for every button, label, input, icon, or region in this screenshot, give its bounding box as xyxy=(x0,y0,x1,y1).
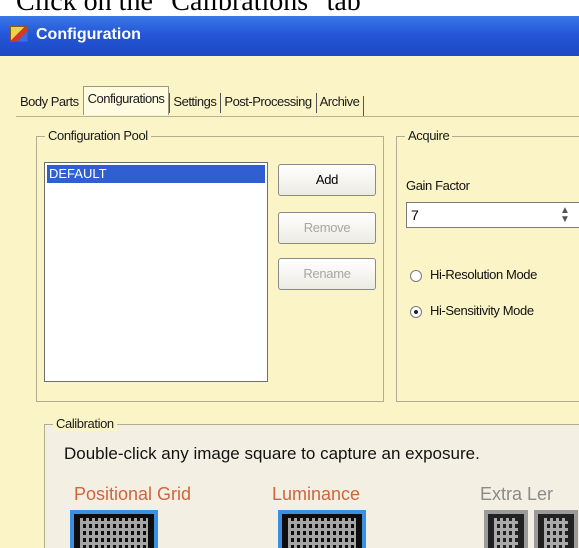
window-title: Configuration xyxy=(36,26,141,43)
tab-configurations[interactable]: Configurations xyxy=(82,86,170,115)
tab-archive[interactable]: Archive xyxy=(315,92,364,115)
configuration-list[interactable]: DEFAULT xyxy=(44,162,268,382)
extra-lens-label: Extra Ler xyxy=(480,484,554,504)
spin-arrows-icon[interactable]: ▲ ▼ xyxy=(560,206,574,225)
extra-lens-thumbnail-1[interactable] xyxy=(484,510,528,548)
tab-post-processing[interactable]: Post-Processing xyxy=(220,92,315,115)
hi-sensitivity-label: Hi-Sensitivity Mode xyxy=(430,303,534,318)
add-button[interactable]: Add xyxy=(278,164,376,196)
tab-divider xyxy=(16,116,579,117)
grid-pattern xyxy=(80,518,148,548)
hi-sensitivity-radio[interactable] xyxy=(410,306,422,318)
tab-separator xyxy=(363,95,367,116)
gain-factor-input[interactable]: 7 xyxy=(406,202,579,228)
hi-resolution-radio[interactable] xyxy=(410,270,422,282)
tab-strip: Body Parts Configurations Settings Post-… xyxy=(16,86,367,116)
app-icon xyxy=(10,26,28,42)
remove-button[interactable]: Remove xyxy=(278,212,376,244)
configuration-window: Configuration Body Parts Configurations … xyxy=(0,16,579,548)
luminance-thumbnail[interactable] xyxy=(278,510,366,548)
title-bar[interactable]: Configuration xyxy=(0,16,579,56)
list-item-default[interactable]: DEFAULT xyxy=(47,165,265,183)
acquire-title: Acquire xyxy=(405,128,453,143)
grid-pattern xyxy=(544,518,568,548)
extra-lens-thumbnail-2[interactable] xyxy=(534,510,578,548)
configuration-pool-title: Configuration Pool xyxy=(45,128,151,143)
luminance-label: Luminance xyxy=(272,484,361,504)
hi-resolution-label: Hi-Resolution Mode xyxy=(430,267,537,282)
gain-factor-label: Gain Factor xyxy=(406,178,470,193)
tab-settings[interactable]: Settings xyxy=(169,92,220,115)
instruction-caption: Click on the "Calibrations" tab xyxy=(16,0,361,16)
calibration-title: Calibration xyxy=(53,416,117,431)
positional-grid-label: Positional Grid xyxy=(74,484,192,504)
grid-pattern xyxy=(494,518,518,548)
grid-pattern xyxy=(288,518,356,548)
rename-button[interactable]: Rename xyxy=(278,258,376,290)
positional-grid-thumbnail[interactable] xyxy=(70,510,158,548)
calibration-hint: Double-click any image square to capture… xyxy=(64,444,480,463)
tab-body-parts[interactable]: Body Parts xyxy=(16,92,83,115)
dialog-panel: Body Parts Configurations Settings Post-… xyxy=(0,56,579,548)
